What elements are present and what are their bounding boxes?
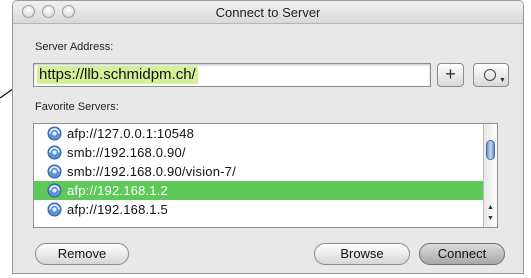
list-scrollbar[interactable]: ▲ ▼ (483, 124, 497, 227)
connect-to-server-window: Connect to Server Server Address: https:… (12, 0, 524, 274)
connect-button[interactable]: Connect (419, 243, 505, 265)
clock-icon (484, 69, 496, 81)
list-item-selected[interactable]: afp://192.168.1.2 (34, 181, 497, 200)
list-item[interactable]: afp://127.0.0.1:10548 (34, 124, 497, 143)
window-title: Connect to Server (215, 5, 321, 20)
favorite-servers-label: Favorite Servers: (35, 101, 119, 113)
list-item[interactable]: afp://192.168.1.5 (34, 200, 497, 219)
server-url: afp://192.168.1.2 (67, 183, 168, 198)
favorite-servers-list[interactable]: afp://127.0.0.1:10548 smb://192.168.0.90… (33, 123, 498, 228)
add-to-favorites-button[interactable]: + (437, 63, 464, 87)
server-address-value: https://llb.schmidpm.ch/ (37, 66, 198, 84)
recent-servers-button[interactable]: ▼ (473, 63, 509, 87)
server-address-input[interactable]: https://llb.schmidpm.ch/ (33, 63, 431, 87)
chevron-down-icon: ▼ (499, 77, 506, 84)
server-globe-icon (47, 183, 62, 198)
list-item[interactable]: smb://192.168.0.90/ (34, 143, 497, 162)
server-url: smb://192.168.0.90/vision-7/ (67, 164, 236, 179)
scroll-down-arrow[interactable]: ▼ (484, 215, 497, 222)
server-url: afp://127.0.0.1:10548 (67, 126, 195, 141)
server-globe-icon (47, 164, 62, 179)
list-item[interactable]: smb://192.168.0.90/vision-7/ (34, 162, 497, 181)
scroll-up-arrow[interactable]: ▲ (484, 204, 497, 211)
title-bar: Connect to Server (13, 1, 523, 24)
browse-button[interactable]: Browse (314, 243, 410, 265)
server-address-label: Server Address: (35, 41, 114, 53)
server-url: afp://192.168.1.5 (67, 202, 168, 217)
server-globe-icon (47, 126, 62, 141)
server-globe-icon (47, 145, 62, 160)
remove-button[interactable]: Remove (35, 243, 129, 265)
scrollbar-thumb[interactable] (486, 140, 495, 160)
server-globe-icon (47, 202, 62, 217)
server-url: smb://192.168.0.90/ (67, 145, 186, 160)
